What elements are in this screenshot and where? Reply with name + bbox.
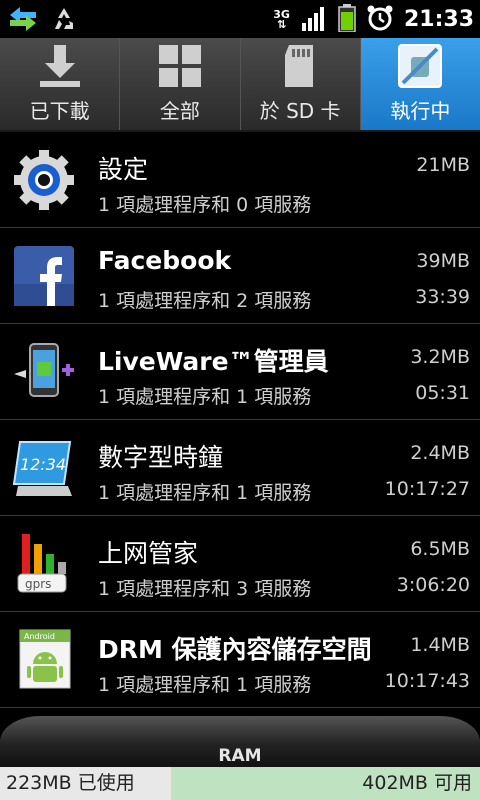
list-item[interactable]: LiveWare™管理員 1 項處理程序和 1 項服務 3.2MB 05:31: [0, 324, 480, 420]
running-apps-icon: [397, 43, 443, 89]
tab-running[interactable]: 執行中: [360, 38, 480, 130]
tab-bar: 已下載 全部 於 SD 卡 執行中: [0, 38, 480, 132]
app-detail: 1 項處理程序和 1 項服務: [98, 386, 312, 408]
ram-free-bar: 402MB 可用: [171, 767, 480, 800]
ram-label: RAM: [218, 746, 262, 766]
recycle-icon: [50, 5, 78, 37]
clock-display-text: 12:34: [20, 455, 66, 474]
app-memory: 39MB: [416, 250, 470, 272]
app-memory: 21MB: [416, 154, 470, 176]
digital-clock-icon: 12:34: [12, 436, 76, 500]
tab-all[interactable]: 全部: [120, 38, 241, 130]
ram-usage-panel: RAM 223MB 已使用 402MB 可用: [0, 716, 480, 800]
running-apps-list: 設定 1 項處理程序和 0 項服務 21MB Facebook 1 項處理程序和…: [0, 132, 480, 708]
app-name: 設定: [98, 155, 149, 184]
status-time: 21:33: [403, 7, 474, 32]
status-bar: 3G ⇅ 21:33: [0, 0, 480, 38]
app-name: LiveWare™管理員: [98, 347, 329, 376]
app-name: 上网管家: [98, 539, 199, 568]
list-item[interactable]: Android DRM 保護內容儲存空間 1 項處理程序和 1 項服務 1.4M…: [0, 612, 480, 708]
android-label: Android: [24, 632, 55, 641]
network-manager-icon: gprs: [12, 532, 76, 596]
app-detail: 1 項處理程序和 3 項服務: [98, 578, 312, 600]
app-memory: 3.2MB: [410, 346, 470, 368]
network-type: 3G ⇅: [273, 8, 290, 31]
sync-arrows-icon: [6, 5, 40, 37]
app-detail: 1 項處理程序和 1 項服務: [98, 674, 312, 696]
tab-label: 執行中: [390, 99, 451, 123]
tab-label: 已下載: [29, 99, 90, 123]
sd-card-icon: [277, 43, 323, 89]
settings-gear-icon: [12, 148, 76, 212]
tab-label: 於 SD 卡: [259, 99, 341, 123]
app-name: Facebook: [98, 246, 232, 275]
app-uptime: 10:17:27: [384, 478, 470, 500]
gprs-label: gprs: [25, 577, 51, 591]
list-item[interactable]: Facebook 1 項處理程序和 2 項服務 39MB 33:39: [0, 228, 480, 324]
list-item[interactable]: 12:34 數字型時鐘 1 項處理程序和 1 項服務 2.4MB 10:17:2…: [0, 420, 480, 516]
app-uptime: 10:17:43: [384, 670, 470, 692]
battery-icon: [338, 4, 356, 36]
alarm-icon: [366, 4, 394, 36]
grid-icon: [157, 43, 203, 89]
app-detail: 1 項處理程序和 1 項服務: [98, 482, 312, 504]
app-uptime: 3:06:20: [396, 574, 470, 596]
android-drm-icon: Android: [12, 628, 76, 692]
app-name: DRM 保護內容儲存空間: [98, 635, 372, 664]
signal-icon: [300, 5, 328, 35]
app-name: 數字型時鐘: [98, 443, 224, 472]
tab-sd-card[interactable]: 於 SD 卡: [241, 38, 361, 130]
download-icon: [37, 43, 83, 89]
list-item[interactable]: 設定 1 項處理程序和 0 項服務 21MB: [0, 132, 480, 228]
app-uptime: 33:39: [415, 286, 470, 308]
app-uptime: 05:31: [415, 382, 470, 404]
app-memory: 2.4MB: [410, 442, 470, 464]
app-memory: 1.4MB: [410, 634, 470, 656]
tab-label: 全部: [159, 99, 200, 123]
list-item[interactable]: gprs 上网管家 1 項處理程序和 3 項服務 6.5MB 3:06:20: [0, 516, 480, 612]
app-memory: 6.5MB: [410, 538, 470, 560]
app-detail: 1 項處理程序和 2 項服務: [98, 290, 312, 312]
app-detail: 1 項處理程序和 0 項服務: [98, 194, 312, 216]
liveware-phone-icon: [12, 340, 76, 404]
tab-downloaded[interactable]: 已下載: [0, 38, 121, 130]
ram-used-bar: 223MB 已使用: [0, 767, 171, 800]
facebook-icon: [12, 244, 76, 308]
